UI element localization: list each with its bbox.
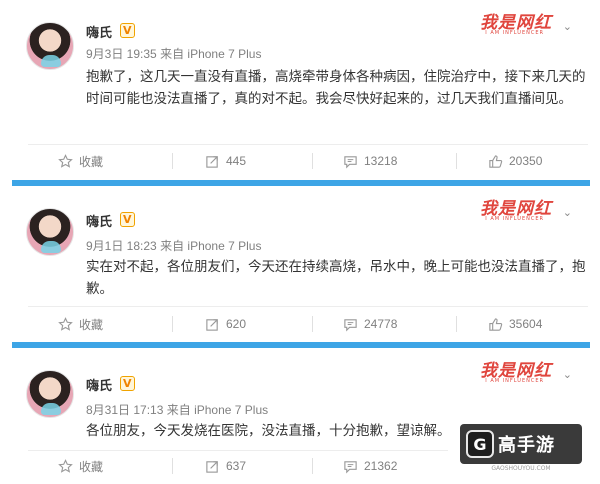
favorite-button[interactable]: 收藏 xyxy=(58,147,103,175)
post-text: 各位朋友，今天发烧在医院，没法直播，十分抱歉，望谅解。 xyxy=(86,423,451,439)
avatar[interactable] xyxy=(26,22,74,70)
action-divider xyxy=(28,450,448,451)
like-count: 35604 xyxy=(509,317,543,331)
weibo-post-1: 嗨氏 V 我是网红 I AM INFLUENCER ⌄ 9月3日 19:35 来… xyxy=(0,0,600,180)
thumbs-up-icon xyxy=(489,154,503,168)
repost-count: 620 xyxy=(226,317,247,331)
favorite-button[interactable]: 收藏 xyxy=(58,452,103,480)
chevron-down-icon[interactable]: ⌄ xyxy=(563,206,572,219)
repost-icon xyxy=(206,460,218,473)
user-name[interactable]: 嗨氏 xyxy=(86,211,112,230)
post-text: 抱歉了，这几天一直没有直播，高烧牵带身体各种病因，住院治疗中，接下来几天的时间可… xyxy=(86,69,586,107)
action-bar: 收藏 620 24778 35604 xyxy=(0,310,600,338)
vip-badge-icon: V xyxy=(120,376,135,391)
comment-button[interactable]: 13218 xyxy=(343,147,397,175)
separator xyxy=(312,153,313,169)
post-text: 实在对不起，各位朋友们，今天还在持续高烧，吊水中，晚上可能也没法直播了，抱歉。 xyxy=(86,259,586,297)
comment-count: 13218 xyxy=(364,154,398,168)
user-name[interactable]: 嗨氏 xyxy=(86,375,112,394)
separator xyxy=(456,316,457,332)
post-time[interactable]: 9月3日 19:35 xyxy=(86,47,157,61)
post-time[interactable]: 9月1日 18:23 xyxy=(86,239,157,253)
user-name[interactable]: 嗨氏 xyxy=(86,22,112,41)
comment-icon xyxy=(344,318,357,331)
star-icon xyxy=(58,153,73,168)
brand-watermark-sub: I AM INFLUENCER xyxy=(485,378,544,384)
repost-button[interactable]: 637 xyxy=(205,452,246,480)
avatar[interactable] xyxy=(26,370,74,418)
repost-icon xyxy=(206,155,218,168)
repost-button[interactable]: 620 xyxy=(205,310,246,338)
like-button[interactable]: 20350 xyxy=(488,147,542,175)
post-source: 来自 iPhone 7 Plus xyxy=(160,239,262,253)
post-meta: 9月3日 19:35 来自 iPhone 7 Plus xyxy=(86,45,261,62)
gaoshouyou-logo: G 高手游 xyxy=(460,424,582,464)
vip-badge-icon: V xyxy=(120,23,135,38)
separator xyxy=(172,153,173,169)
separator xyxy=(172,458,173,474)
comment-count: 24778 xyxy=(364,317,398,331)
brand-watermark-sub: I AM INFLUENCER xyxy=(485,30,544,36)
separator xyxy=(312,458,313,474)
comment-icon xyxy=(344,460,357,473)
star-icon xyxy=(58,458,73,473)
gaoshouyou-url: GAOSHOUYOU.COM xyxy=(491,465,551,472)
repost-icon xyxy=(206,318,218,331)
chevron-down-icon[interactable]: ⌄ xyxy=(563,20,572,33)
vip-badge-icon: V xyxy=(120,212,135,227)
post-time[interactable]: 8月31日 17:13 xyxy=(86,403,163,417)
action-divider xyxy=(28,306,588,307)
repost-button[interactable]: 445 xyxy=(205,147,246,175)
star-icon xyxy=(58,316,73,331)
separator xyxy=(312,316,313,332)
favorite-label: 收藏 xyxy=(79,459,104,474)
separator xyxy=(172,316,173,332)
separator xyxy=(456,153,457,169)
comment-button[interactable]: 21362 xyxy=(343,452,397,480)
gaoshouyou-title: 高手游 xyxy=(498,435,555,456)
weibo-post-2: 嗨氏 V 我是网红 I AM INFLUENCER ⌄ 9月1日 18:23 来… xyxy=(0,186,600,342)
repost-count: 637 xyxy=(226,459,247,473)
action-divider xyxy=(28,144,588,145)
chevron-down-icon[interactable]: ⌄ xyxy=(563,368,572,381)
repost-count: 445 xyxy=(226,154,247,168)
thumbs-up-icon xyxy=(489,317,503,331)
post-meta: 9月1日 18:23 来自 iPhone 7 Plus xyxy=(86,237,261,254)
post-meta: 8月31日 17:13 来自 iPhone 7 Plus xyxy=(86,401,268,418)
avatar[interactable] xyxy=(26,208,74,256)
comment-icon xyxy=(344,155,357,168)
post-source: 来自 iPhone 7 Plus xyxy=(160,47,262,61)
brand-watermark-sub: I AM INFLUENCER xyxy=(485,216,544,222)
action-bar: 收藏 445 13218 20350 xyxy=(0,147,600,175)
favorite-label: 收藏 xyxy=(79,154,104,169)
comment-count: 21362 xyxy=(364,459,398,473)
post-source: 来自 iPhone 7 Plus xyxy=(166,403,269,417)
favorite-label: 收藏 xyxy=(79,317,104,332)
gaoshouyou-logo-icon: G xyxy=(466,430,494,458)
like-count: 20350 xyxy=(509,154,543,168)
comment-button[interactable]: 24778 xyxy=(343,310,397,338)
favorite-button[interactable]: 收藏 xyxy=(58,310,103,338)
like-button[interactable]: 35604 xyxy=(488,310,542,338)
